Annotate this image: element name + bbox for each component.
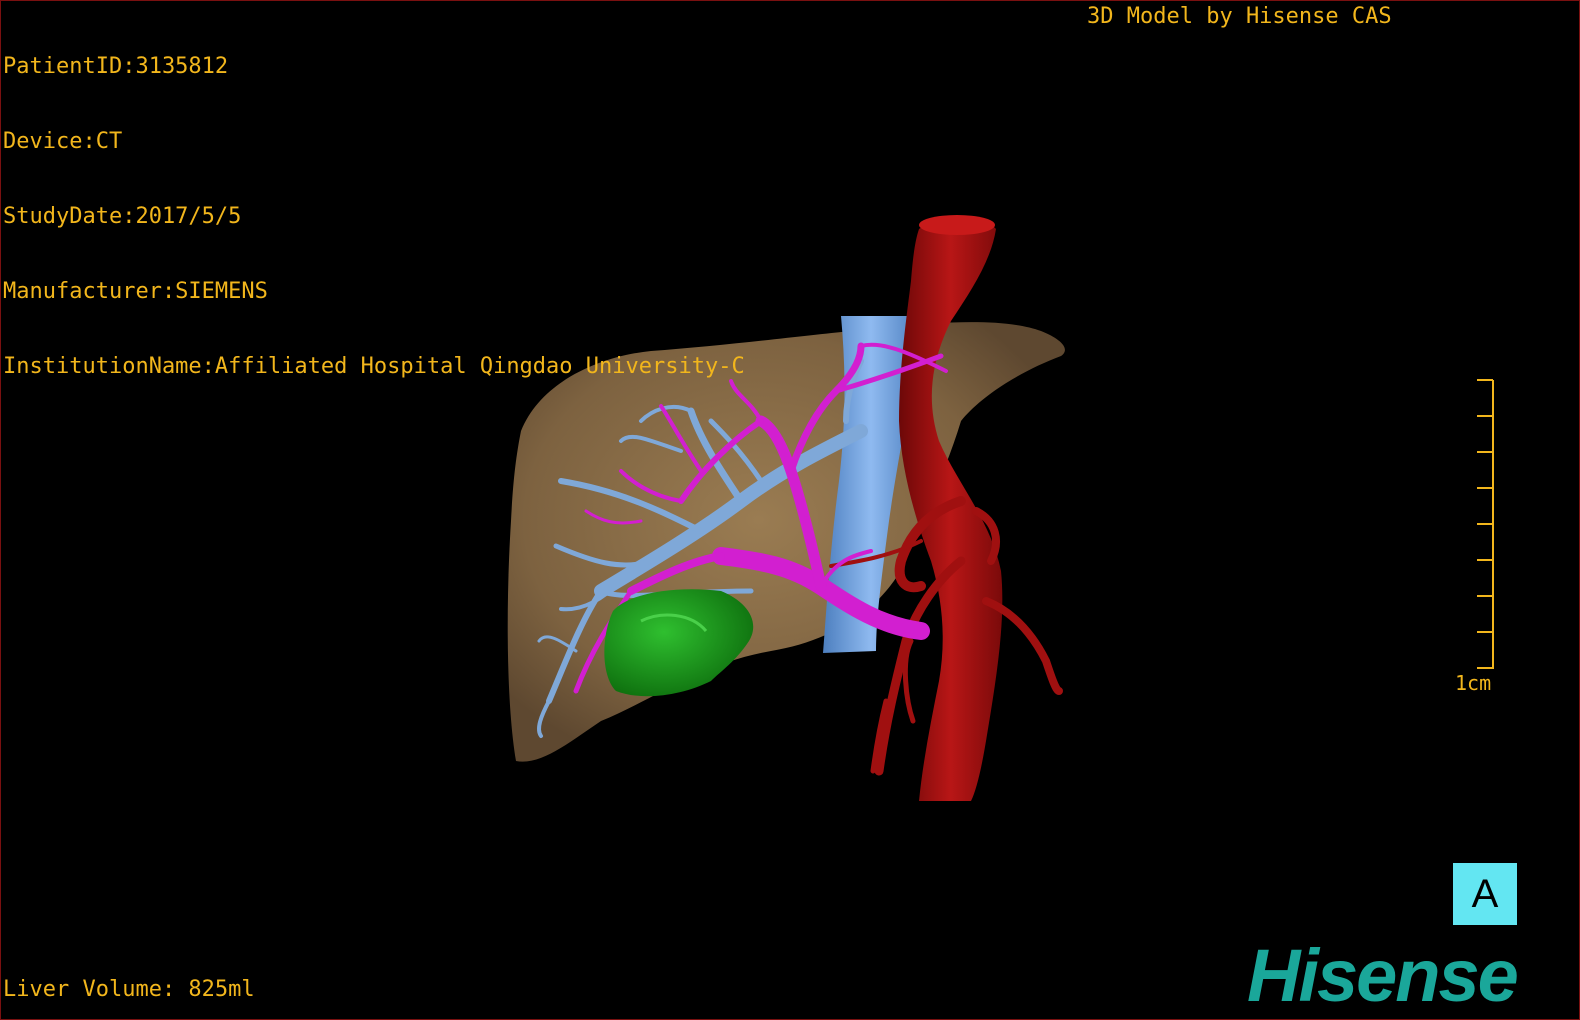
- manufacturer: Manufacturer:SIEMENS: [3, 279, 268, 304]
- view-orientation-badge[interactable]: A: [1453, 863, 1517, 925]
- institution-name: InstitutionName:Affiliated Hospital Qing…: [3, 354, 745, 379]
- model-credit: 3D Model by Hisense CAS: [1087, 4, 1392, 29]
- hisense-logo: Hisense: [1247, 934, 1519, 1017]
- 3d-viewport[interactable]: PatientID:3135812 Device:CT StudyDate:20…: [0, 0, 1580, 1020]
- dicom-info: PatientID:3135812 Device:CT StudyDate:20…: [3, 4, 745, 429]
- liver-volume: Liver Volume: 825ml: [3, 977, 255, 1002]
- scale-bar: [1477, 379, 1494, 669]
- scale-label: 1cm: [1455, 671, 1492, 695]
- liver-lesion: [604, 589, 754, 697]
- study-date: StudyDate:2017/5/5: [3, 204, 242, 229]
- patient-id: PatientID:3135812: [3, 54, 229, 79]
- device: Device:CT: [3, 129, 123, 154]
